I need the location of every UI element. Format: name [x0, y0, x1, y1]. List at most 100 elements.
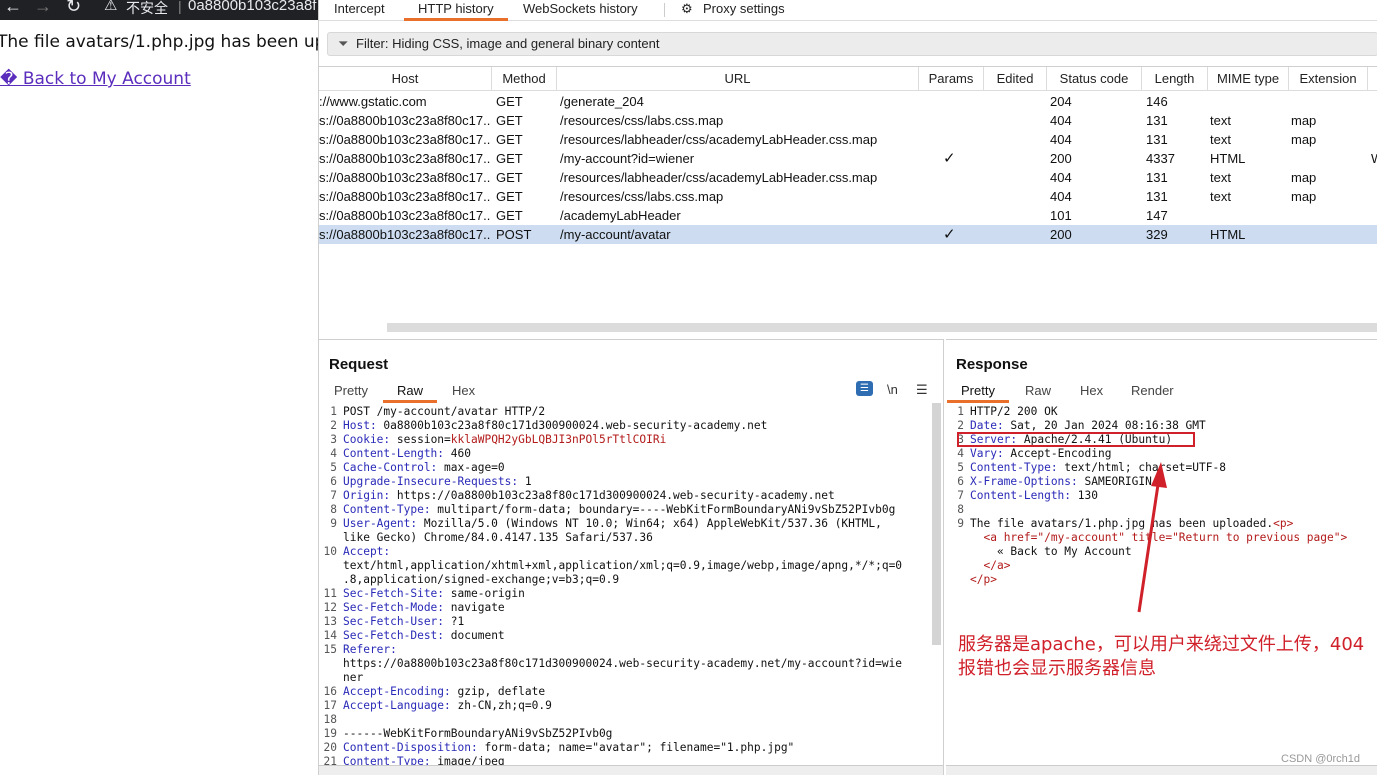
line-number: 18 [323, 713, 337, 726]
cell-params: ✓ [943, 226, 956, 243]
cell-ext: map [1291, 170, 1317, 185]
response-search-bar[interactable] [946, 765, 1377, 775]
response-tab-hex[interactable]: Hex [1080, 383, 1103, 398]
request-line: like Gecko) Chrome/84.0.4147.135 Safari/… [343, 531, 653, 544]
col-mime-type[interactable]: MIME type [1208, 67, 1289, 91]
col-url[interactable]: URL [557, 67, 919, 91]
cell-status: 200 [1050, 151, 1072, 166]
col-method[interactable]: Method [492, 67, 557, 91]
response-tab-render[interactable]: Render [1131, 383, 1174, 398]
warning-icon: ⚠ [104, 0, 118, 14]
request-tab-hex[interactable]: Hex [452, 383, 475, 398]
cell-status: 404 [1050, 113, 1072, 128]
upload-message: The file avatars/1.php.jpg has been uplo… [0, 32, 318, 52]
line-number: 9 [957, 517, 964, 530]
table-row[interactable]: s://0a8800b103c23a8f80c17... POST/my-acco… [319, 225, 1377, 244]
tab-http-history[interactable]: HTTP history [404, 1, 508, 21]
table-row[interactable]: ://www.gstatic.com GET/generate_204 204 146 [319, 92, 1377, 111]
request-line: Accept-Language: zh-CN,zh;q=0.9 [343, 699, 552, 712]
request-line: Origin: https://0a8800b103c23a8f80c171d3… [343, 489, 835, 502]
col-status-code[interactable]: Status code [1047, 67, 1142, 91]
forward-arrow-icon[interactable]: → [34, 0, 52, 17]
col-host[interactable]: Host [319, 67, 492, 91]
col-title[interactable] [1368, 67, 1377, 91]
request-tab-pretty[interactable]: Pretty [334, 383, 368, 398]
request-title: Request [329, 356, 389, 373]
cell-status: 200 [1050, 227, 1072, 242]
gear-icon[interactable]: ⚙ [681, 1, 693, 17]
filter-bar[interactable]: ⏷ Filter: Hiding CSS, image and general … [327, 32, 1377, 56]
cell-method: GET [496, 208, 523, 223]
line-number: 3 [330, 433, 337, 446]
line-number: 10 [323, 545, 337, 558]
tab-proxy-settings[interactable]: Proxy settings [703, 1, 785, 16]
menu-icon[interactable]: ☰ [916, 382, 928, 398]
col-edited[interactable]: Edited [984, 67, 1047, 91]
cell-length: 131 [1146, 113, 1168, 128]
cell-host: s://0a8800b103c23a8f80c17... [319, 113, 491, 128]
request-tab-raw[interactable]: Raw [382, 383, 438, 403]
cell-status: 404 [1050, 189, 1072, 204]
http-history-table: Host Method URL Params Edited Status cod… [319, 66, 1377, 332]
table-row[interactable]: s://0a8800b103c23a8f80c17... GET/resource… [319, 168, 1377, 187]
cell-mime: text [1210, 132, 1231, 147]
col-length[interactable]: Length [1142, 67, 1208, 91]
proxy-tabs: Intercept HTTP history WebSockets histor… [319, 0, 1377, 21]
cell-title [1371, 168, 1377, 187]
tab-intercept[interactable]: Intercept [334, 1, 385, 16]
table-row[interactable]: s://0a8800b103c23a8f80c17... GET/resource… [319, 187, 1377, 206]
request-line: https://0a8800b103c23a8f80c171d300900024… [343, 657, 903, 670]
cell-length: 131 [1146, 170, 1168, 185]
response-line: <a href="/my-account" title="Return to p… [983, 531, 1348, 544]
cell-length: 329 [1146, 227, 1168, 242]
col-params[interactable]: Params [919, 67, 984, 91]
filter-icon: ⏷ [338, 36, 349, 51]
request-line: ner [343, 671, 364, 684]
newline-toggle-button[interactable]: \n [887, 382, 898, 397]
cell-method: GET [496, 94, 523, 109]
line-number: 12 [323, 601, 337, 614]
response-title: Response [956, 356, 1028, 373]
table-row[interactable]: s://0a8800b103c23a8f80c17... GET/resource… [319, 111, 1377, 130]
table-row[interactable]: s://0a8800b103c23a8f80c17... GET/academyL… [319, 206, 1377, 225]
horizontal-scrollbar[interactable] [387, 323, 1377, 332]
request-line: Upgrade-Insecure-Requests: 1 [343, 475, 532, 488]
filter-text: Filter: Hiding CSS, image and general bi… [356, 36, 660, 51]
response-tab-pretty[interactable]: Pretty [947, 383, 1009, 403]
col-extension[interactable]: Extension [1289, 67, 1368, 91]
request-line: User-Agent: Mozilla/5.0 (Windows NT 10.0… [343, 517, 882, 530]
cell-host: s://0a8800b103c23a8f80c17... [319, 132, 491, 147]
request-line: POST /my-account/avatar HTTP/2 [343, 405, 546, 418]
table-row[interactable]: s://0a8800b103c23a8f80c17... GET/resource… [319, 130, 1377, 149]
response-tab-raw[interactable]: Raw [1025, 383, 1051, 398]
response-line: The file avatars/1.php.jpg has been uplo… [970, 517, 1294, 530]
message-view-icon[interactable]: ☰ [856, 381, 873, 396]
line-number: 4 [957, 447, 964, 460]
line-number: 2 [330, 419, 337, 432]
cell-method: GET [496, 132, 523, 147]
security-label[interactable]: 不安全 [126, 0, 168, 18]
address-bar[interactable]: 0a8800b103c23a8f [188, 0, 316, 14]
reload-icon[interactable]: ↻ [66, 0, 81, 17]
response-line: </p> [970, 573, 997, 586]
line-number: 6 [957, 475, 964, 488]
line-number: 8 [957, 503, 964, 516]
cell-title [1371, 111, 1377, 130]
cell-url: /my-account?id=wiener [560, 151, 695, 166]
line-number: 13 [323, 615, 337, 628]
table-row[interactable]: s://0a8800b103c23a8f80c17... GET/my-accou… [319, 149, 1377, 168]
request-scrollbar[interactable] [932, 403, 941, 645]
back-arrow-icon[interactable]: ← [4, 0, 22, 17]
tab-websockets-history[interactable]: WebSockets history [523, 1, 638, 16]
request-line: Cache-Control: max-age=0 [343, 461, 505, 474]
cell-url: /resources/labheader/css/academyLabHeade… [560, 170, 878, 185]
request-search-bar[interactable] [319, 765, 943, 775]
cell-status: 204 [1050, 94, 1072, 109]
cell-method: GET [496, 189, 523, 204]
line-number: 14 [323, 629, 337, 642]
line-number: 17 [323, 699, 337, 712]
request-line: .8,application/signed-exchange;v=b3;q=0.… [343, 573, 620, 586]
request-line: Content-Length: 460 [343, 447, 471, 460]
request-line: Referer: [343, 643, 397, 656]
back-to-account-link[interactable]: � Back to My Account [0, 69, 191, 89]
